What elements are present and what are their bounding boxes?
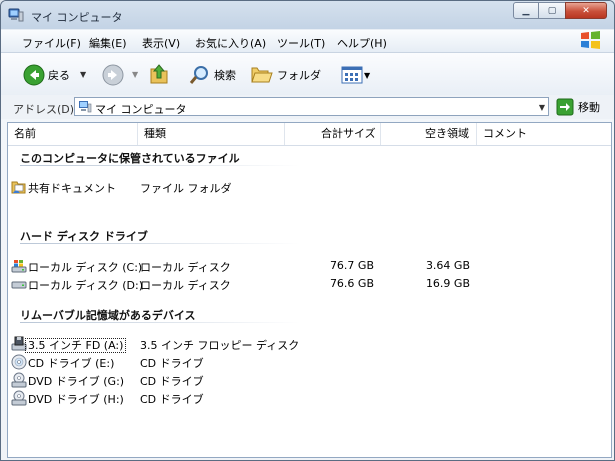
hard-drive-icon — [11, 281, 27, 289]
window-controls: ▁ ▢ ✕ — [513, 2, 607, 19]
item-name: ローカル ディスク (D:) — [28, 279, 143, 292]
list-item[interactable]: DVD ドライブ (G:) CD ドライブ — [8, 371, 608, 389]
folder-up-icon[interactable] — [149, 63, 171, 87]
menu-favorites[interactable]: お気に入り(A) — [195, 35, 266, 51]
address-dropdown-icon[interactable]: ▼ — [539, 103, 545, 112]
item-type: CD ドライブ — [140, 375, 204, 388]
column-free-space[interactable]: 空き領域 — [381, 123, 477, 145]
menu-edit[interactable]: 編集(E) — [89, 35, 127, 51]
group-divider — [20, 322, 300, 323]
item-type: ファイル フォルダ — [140, 182, 232, 195]
menu-help[interactable]: ヘルプ(H) — [337, 35, 387, 51]
back-arrow-icon — [23, 64, 45, 86]
toolbar: 戻る ▼ ▼ 検索 フォルダ ▼ — [1, 53, 614, 95]
item-type: ローカル ディスク — [140, 261, 231, 274]
menu-file[interactable]: ファイル(F) — [22, 35, 81, 51]
file-list[interactable]: 名前 種類 合計サイズ 空き領域 コメント このコンピュータに保管されているファ… — [7, 122, 612, 458]
menu-bar: ファイル(F) 編集(E) 表示(V) お気に入り(A) ツール(T) ヘルプ(… — [1, 30, 614, 53]
list-item[interactable]: 共有ドキュメント ファイル フォルダ — [8, 178, 608, 196]
windows-logo-icon — [581, 31, 600, 49]
column-header: 名前 種類 合計サイズ 空き領域 コメント — [8, 123, 611, 146]
item-free-space: 16.9 GB — [425, 277, 470, 290]
forward-arrow-icon — [102, 64, 124, 86]
item-name-selected: 3.5 インチ FD (A:) — [24, 338, 127, 353]
floppy-drive-icon — [11, 336, 27, 351]
folders-button[interactable]: フォルダ — [250, 65, 321, 85]
minimize-button[interactable]: ▁ — [513, 2, 539, 19]
column-name[interactable]: 名前 — [8, 123, 138, 145]
go-label: 移動 — [578, 101, 600, 114]
list-item[interactable]: CD ドライブ (E:) CD ドライブ — [8, 353, 608, 371]
search-button[interactable]: 検索 — [189, 65, 236, 85]
go-button[interactable]: 移動 — [556, 98, 600, 116]
back-label: 戻る — [48, 69, 70, 82]
item-name: CD ドライブ (E:) — [28, 357, 115, 370]
close-button[interactable]: ✕ — [565, 2, 607, 19]
back-dropdown-icon[interactable]: ▼ — [80, 70, 86, 79]
group-header-stored-files: このコンピュータに保管されているファイル — [20, 152, 240, 165]
system-drive-icon — [11, 260, 27, 273]
forward-dropdown-icon[interactable]: ▼ — [132, 70, 138, 79]
column-total-size[interactable]: 合計サイズ — [285, 123, 381, 145]
menu-view[interactable]: 表示(V) — [142, 35, 180, 51]
folders-icon — [251, 67, 273, 83]
dvd-drive-icon — [11, 390, 27, 406]
list-item[interactable]: ローカル ディスク (D:) ローカル ディスク 76.6 GB 16.9 GB — [8, 275, 608, 293]
item-name: 3.5 インチ FD (A:) — [24, 337, 127, 353]
group-header-removable: リムーバブル記憶域があるデバイス — [20, 309, 196, 322]
cd-drive-icon — [11, 354, 27, 370]
search-label: 検索 — [214, 69, 236, 82]
views-button[interactable]: ▼ — [341, 66, 370, 84]
window-title: マイ コンピュータ — [31, 11, 123, 24]
address-bar: アドレス(D) マイ コンピュータ ▼ 移動 — [1, 95, 614, 119]
views-icon — [341, 66, 363, 84]
list-item[interactable]: 3.5 インチ FD (A:) 3.5 インチ フロッピー ディスク — [8, 335, 608, 353]
item-name: 共有ドキュメント — [28, 182, 116, 195]
column-comment[interactable]: コメント — [477, 123, 613, 145]
item-type: CD ドライブ — [140, 393, 204, 406]
group-header-hard-disks: ハード ディスク ドライブ — [20, 230, 148, 243]
group-divider — [20, 243, 300, 244]
item-total-size: 76.6 GB — [329, 277, 374, 290]
folders-label: フォルダ — [277, 69, 321, 82]
maximize-button[interactable]: ▢ — [539, 2, 565, 19]
title-bar[interactable]: マイ コンピュータ ▁ ▢ ✕ — [1, 1, 614, 29]
menu-tools[interactable]: ツール(T) — [277, 35, 325, 51]
item-name: ローカル ディスク (C:) — [28, 261, 143, 274]
address-label: アドレス(D) — [13, 103, 75, 116]
go-arrow-icon — [556, 98, 574, 116]
item-type: 3.5 インチ フロッピー ディスク — [140, 339, 300, 352]
dvd-drive-icon — [11, 372, 27, 388]
address-value: マイ コンピュータ — [95, 103, 187, 116]
views-dropdown-icon: ▼ — [364, 70, 371, 80]
item-name: DVD ドライブ (G:) — [28, 375, 125, 388]
list-item[interactable]: ローカル ディスク (C:) ローカル ディスク 76.7 GB 3.64 GB — [8, 257, 608, 275]
shared-documents-icon — [11, 181, 26, 194]
my-computer-small-icon — [79, 101, 92, 113]
item-free-space: 3.64 GB — [425, 259, 470, 272]
explorer-window: マイ コンピュータ ▁ ▢ ✕ ファイル(F) 編集(E) 表示(V) お気に入… — [0, 0, 615, 461]
back-button[interactable]: 戻る — [23, 64, 70, 86]
my-computer-icon — [8, 8, 24, 22]
item-name: DVD ドライブ (H:) — [28, 393, 124, 406]
item-type: ローカル ディスク — [140, 279, 231, 292]
address-input[interactable]: マイ コンピュータ ▼ — [74, 97, 549, 116]
forward-button[interactable] — [102, 64, 124, 86]
column-type[interactable]: 種類 — [138, 123, 285, 145]
search-icon — [189, 66, 208, 84]
item-type: CD ドライブ — [140, 357, 204, 370]
item-total-size: 76.7 GB — [329, 259, 374, 272]
list-item[interactable]: DVD ドライブ (H:) CD ドライブ — [8, 389, 608, 407]
group-divider — [20, 165, 300, 166]
